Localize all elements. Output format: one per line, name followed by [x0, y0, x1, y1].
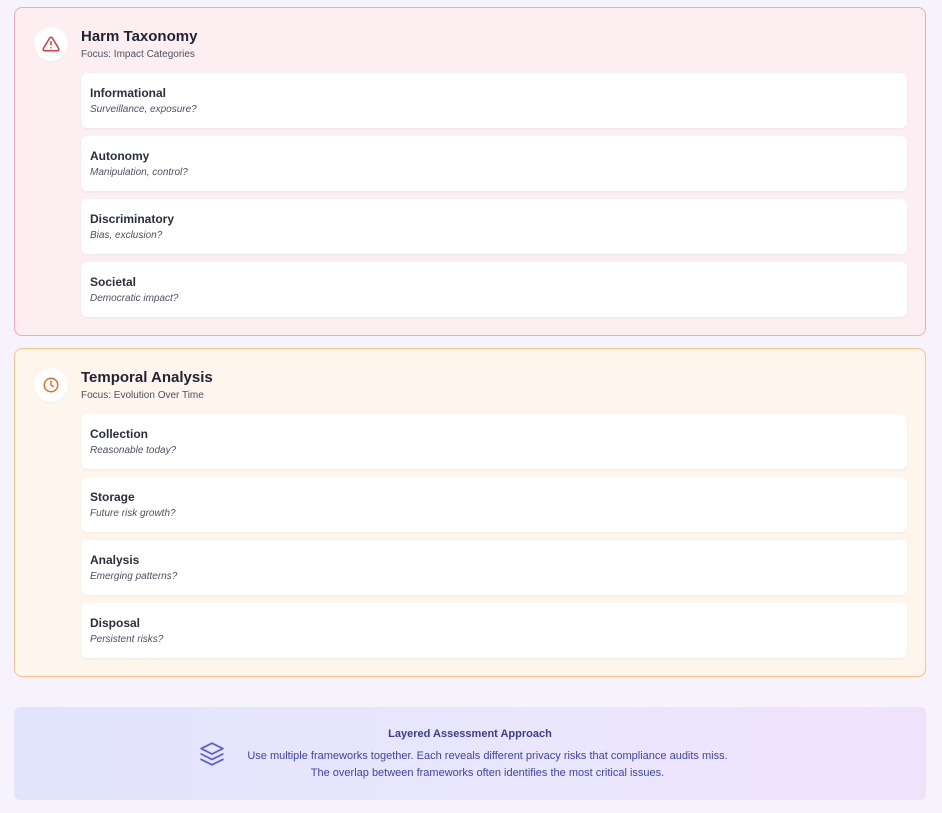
- list-item-autonomy: Autonomy Manipulation, control?: [81, 136, 907, 191]
- clock-icon: [34, 368, 68, 402]
- section-subtitle: Focus: Impact Categories: [81, 49, 195, 60]
- list-item-disposal: Disposal Persistent risks?: [81, 603, 907, 658]
- item-title: Discriminatory: [90, 212, 175, 226]
- item-description: Persistent risks?: [90, 634, 164, 645]
- item-title: Collection: [90, 427, 149, 441]
- list-item-storage: Storage Future risk growth?: [81, 477, 907, 532]
- item-description: Manipulation, control?: [90, 167, 188, 178]
- layered-assessment-banner: Layered Assessment Approach Use multiple…: [14, 707, 926, 800]
- item-description: Surveillance, exposure?: [90, 104, 197, 115]
- section-title: Temporal Analysis: [81, 369, 213, 386]
- harm-item-list: Informational Surveillance, exposure? Au…: [81, 73, 907, 325]
- item-title: Analysis: [90, 553, 140, 567]
- section-subtitle: Focus: Evolution Over Time: [81, 390, 204, 401]
- list-item-analysis: Analysis Emerging patterns?: [81, 540, 907, 595]
- list-item-discriminatory: Discriminatory Bias, exclusion?: [81, 199, 907, 254]
- item-title: Storage: [90, 490, 135, 504]
- harm-taxonomy-card: Harm Taxonomy Focus: Impact Categories I…: [14, 7, 926, 336]
- item-description: Future risk growth?: [90, 508, 176, 519]
- item-description: Bias, exclusion?: [90, 230, 163, 241]
- item-title: Disposal: [90, 616, 141, 630]
- item-title: Autonomy: [90, 149, 150, 163]
- item-description: Reasonable today?: [90, 445, 177, 456]
- item-description: Emerging patterns?: [90, 571, 178, 582]
- section-title: Harm Taxonomy: [81, 28, 198, 45]
- list-item-informational: Informational Surveillance, exposure?: [81, 73, 907, 128]
- banner-text: Use multiple frameworks together. Each r…: [247, 750, 728, 779]
- temporal-item-list: Collection Reasonable today? Storage Fut…: [81, 414, 907, 666]
- item-title: Informational: [90, 86, 167, 100]
- item-description: Democratic impact?: [90, 293, 179, 304]
- warning-triangle-icon: [34, 27, 68, 61]
- layers-icon: [199, 741, 225, 772]
- temporal-analysis-card: Temporal Analysis Focus: Evolution Over …: [14, 348, 926, 677]
- list-item-collection: Collection Reasonable today?: [81, 414, 907, 469]
- item-title: Societal: [90, 275, 137, 289]
- list-item-societal: Societal Democratic impact?: [81, 262, 907, 317]
- banner-title: Layered Assessment Approach: [388, 728, 552, 740]
